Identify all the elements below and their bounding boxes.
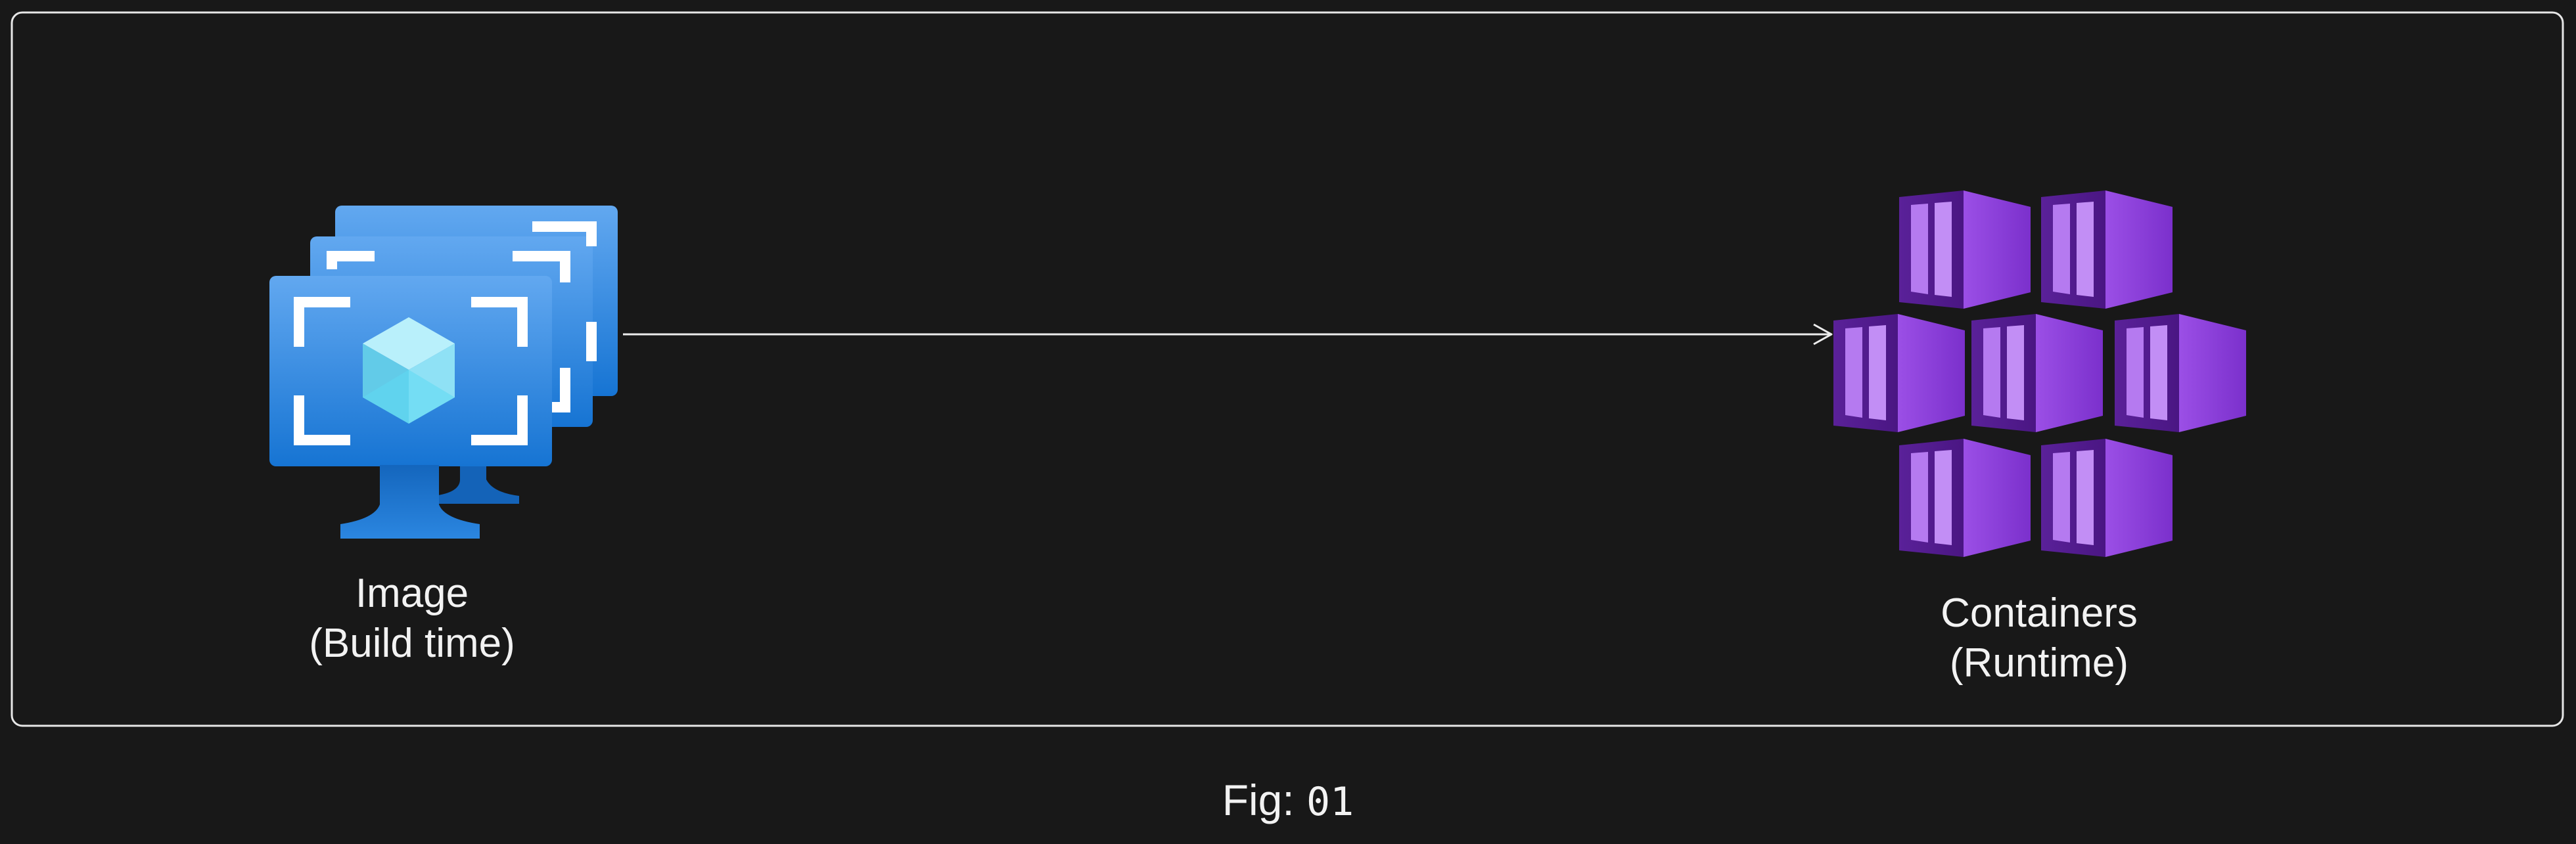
image-label: Image (Build time) xyxy=(248,569,576,669)
figure-caption: Fig: 01 xyxy=(1117,774,1459,828)
image-label-line-2: (Build time) xyxy=(309,621,515,666)
containers-label-line-1: Containers xyxy=(1941,590,2138,636)
container-cluster-icon xyxy=(1833,190,2246,557)
diagram-canvas xyxy=(11,11,2564,727)
figure-caption-number: 01 xyxy=(1306,779,1354,825)
containers-label: Containers (Runtime) xyxy=(1875,589,2203,688)
figure-caption-prefix: Fig: xyxy=(1222,776,1307,824)
vm-image-icon xyxy=(269,206,618,539)
containers-label-line-2: (Runtime) xyxy=(1949,640,2129,686)
build-to-runtime-arrow xyxy=(623,323,1833,345)
image-label-line-1: Image xyxy=(355,571,469,616)
